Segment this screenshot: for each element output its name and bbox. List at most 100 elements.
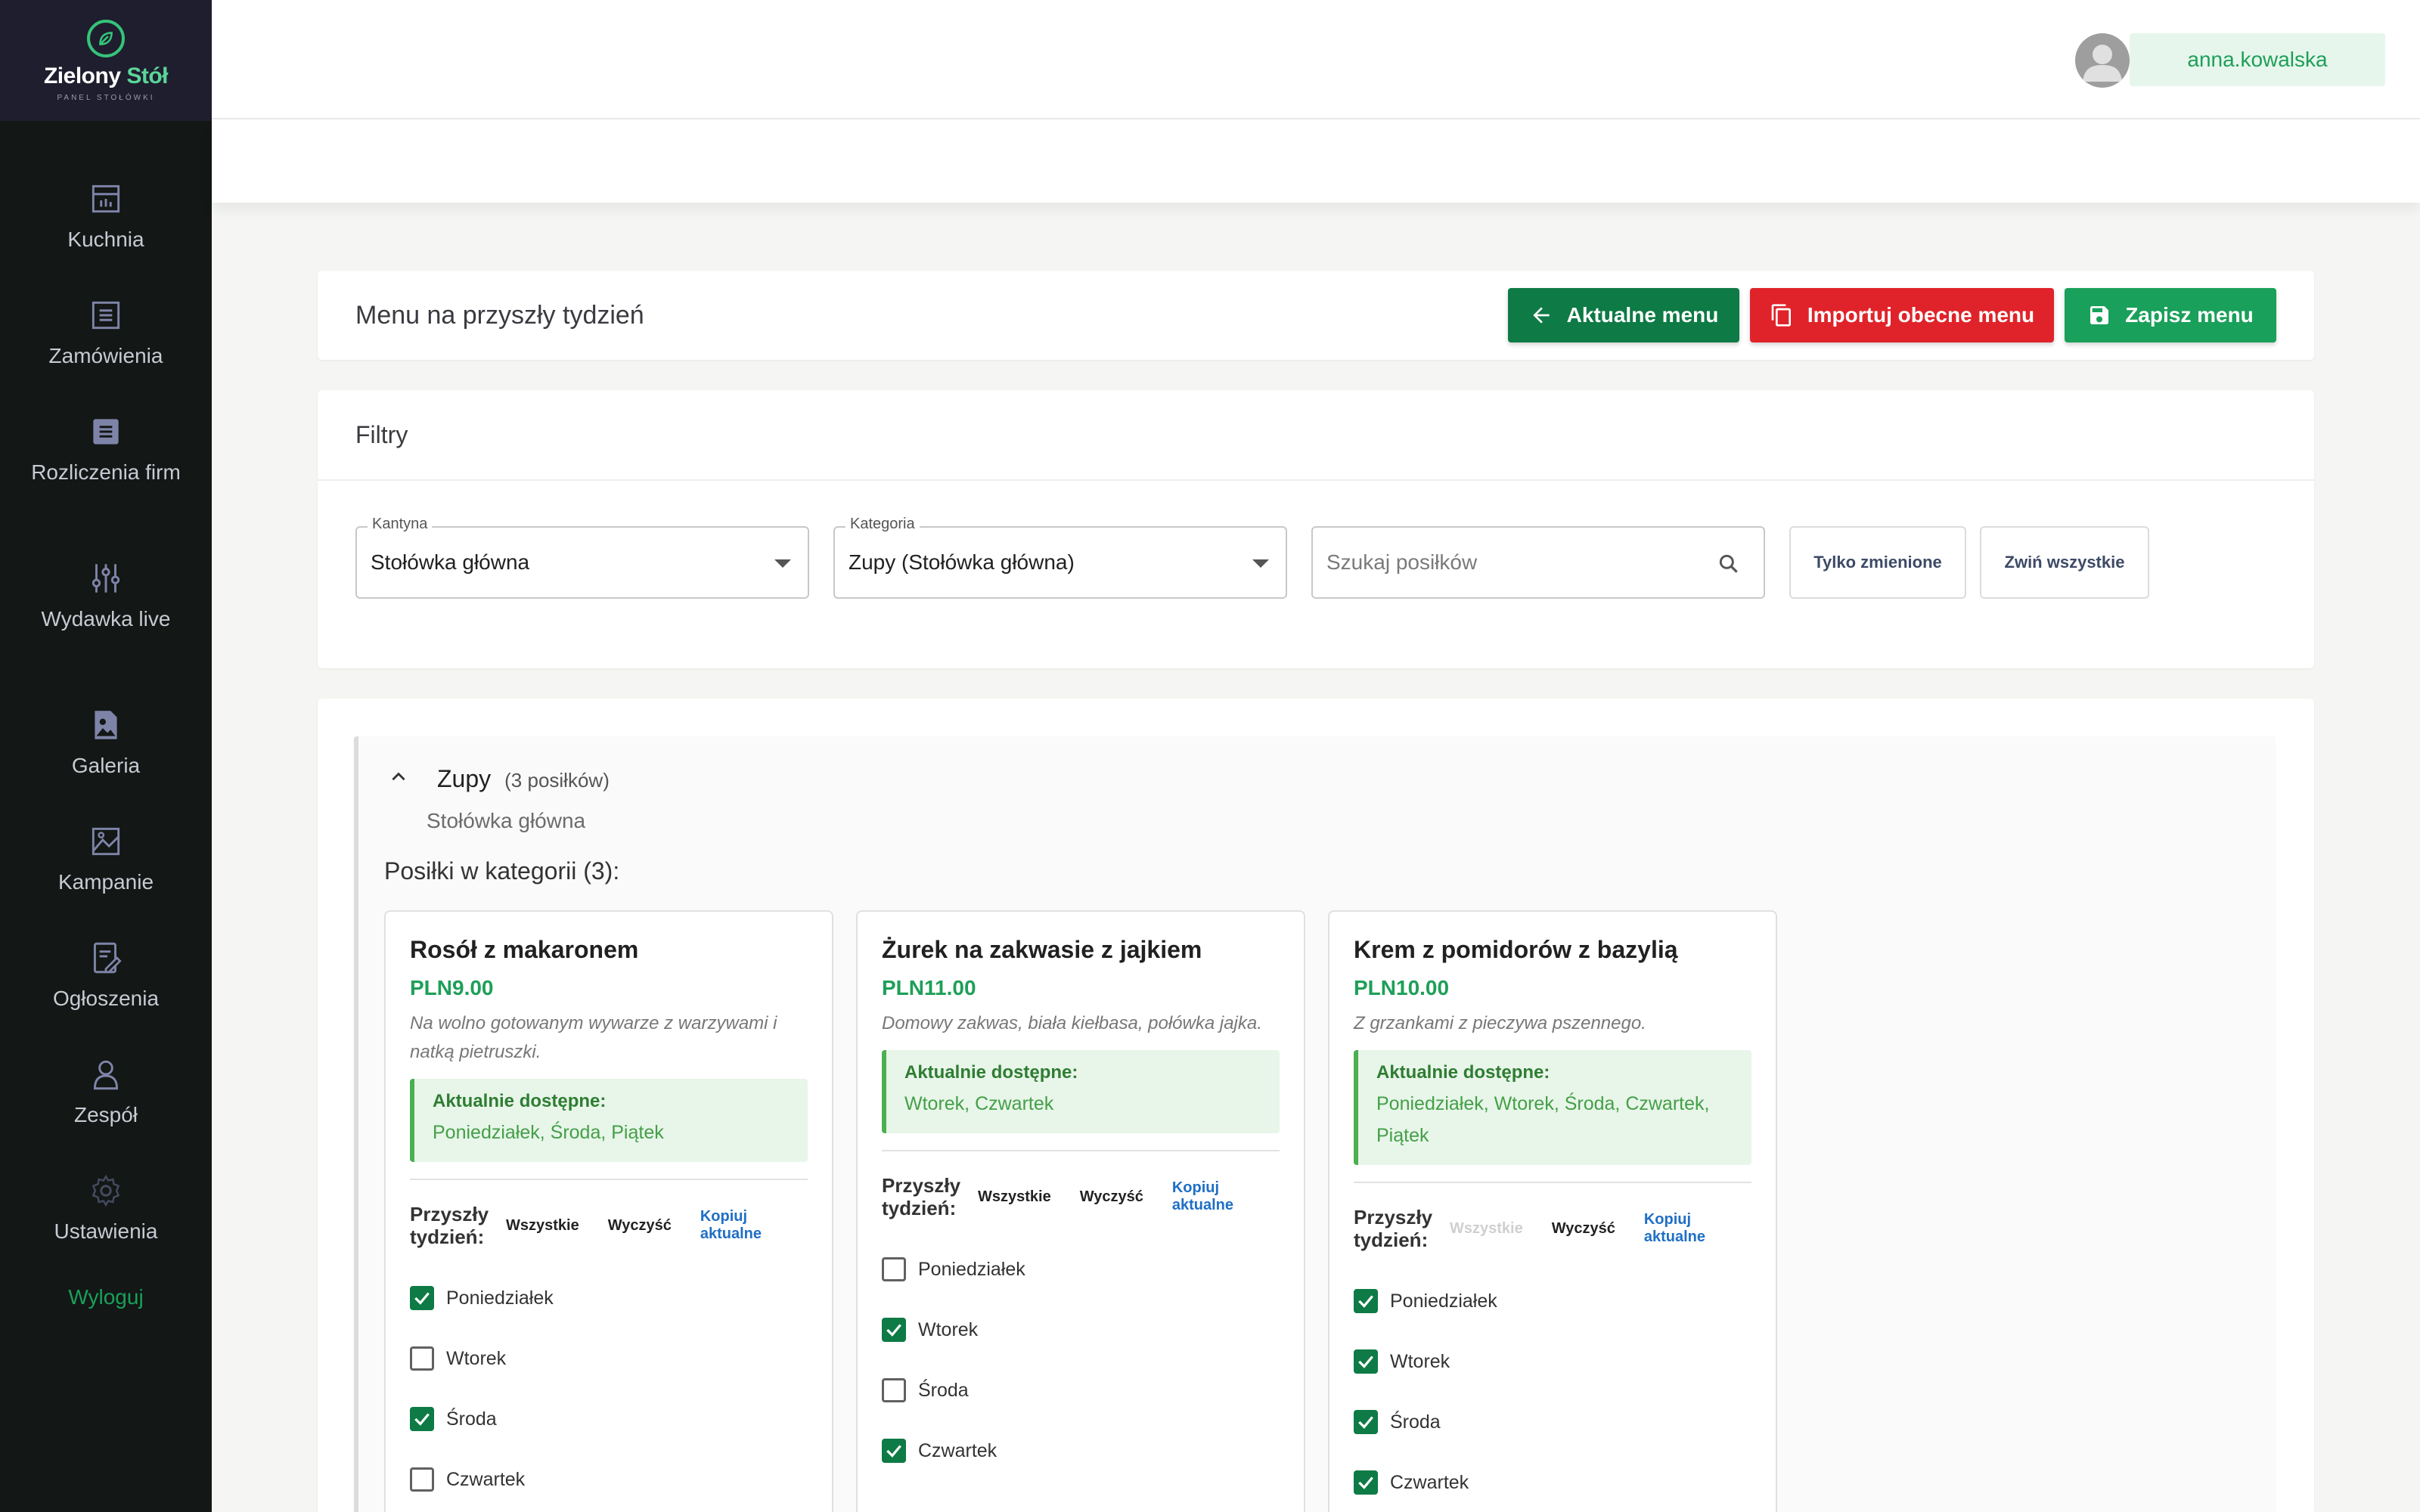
day-checkbox-row[interactable]: Wtorek <box>882 1300 1280 1360</box>
edit-note-icon <box>93 942 122 974</box>
import-menu-button[interactable]: Importuj obecne menu <box>1750 288 2054 342</box>
picture-icon <box>92 827 120 856</box>
copy-current-button[interactable]: Kopiuj aktualne <box>700 1208 808 1243</box>
available-days: Poniedziałek, Wtorek, Środa, Czwartek, P… <box>1376 1093 1710 1146</box>
search-input[interactable]: Szukaj posiłków <box>1311 526 1765 599</box>
search-icon[interactable] <box>1717 552 1741 576</box>
current-menu-button[interactable]: Aktualne menu <box>1508 288 1739 342</box>
sidebar-item-ogloszenia[interactable]: Ogłoszenia <box>0 934 212 1051</box>
chevron-up-icon[interactable] <box>389 767 408 787</box>
day-checkbox-row[interactable]: Środa <box>1354 1392 1751 1452</box>
checkbox-unchecked-icon[interactable] <box>410 1346 434 1371</box>
day-checkbox-row[interactable]: Poniedziałek <box>1354 1271 1751 1331</box>
sliders-icon <box>92 564 120 593</box>
billing-icon <box>93 419 119 445</box>
checkbox-checked-icon[interactable] <box>1354 1410 1378 1434</box>
canteen-select[interactable]: Kantyna Stołówka główna <box>355 516 809 599</box>
search-placeholder: Szukaj posiłków <box>1326 550 1478 574</box>
sidebar-item-kuchnia[interactable]: Kuchnia <box>0 175 212 292</box>
menu-content-card: Zupy (3 posiłków) Stołówka główna Posiłk… <box>318 699 2314 1512</box>
select-all-button[interactable]: Wszystkie <box>1450 1220 1523 1238</box>
checkbox-checked-icon[interactable] <box>1354 1349 1378 1374</box>
day-label: Poniedziałek <box>1390 1290 1497 1312</box>
canteen-label: Kantyna <box>368 516 433 533</box>
category-header[interactable]: Zupy (3 posiłków) <box>389 765 610 793</box>
sidebar-item-label: Wydawka live <box>41 607 171 631</box>
list-icon <box>92 301 120 330</box>
meal-price: PLN10.00 <box>1354 976 1450 999</box>
sidebar-item-zamowienia[interactable]: Zamówienia <box>0 292 212 408</box>
current-menu-label: Aktualne menu <box>1566 303 1719 327</box>
day-checkbox-row[interactable]: Czwartek <box>882 1421 1280 1481</box>
kitchen-icon <box>92 184 120 213</box>
only-changed-button[interactable]: Tylko zmienione <box>1789 526 1966 599</box>
day-list: Poniedziałek Wtorek Środa Czwartek <box>410 1268 808 1510</box>
checkbox-checked-icon[interactable] <box>1354 1470 1378 1495</box>
save-menu-button[interactable]: Zapisz menu <box>2065 288 2276 342</box>
clear-button[interactable]: Wyczyść <box>1552 1220 1615 1238</box>
image-icon <box>95 711 117 739</box>
leaf-logo-icon <box>87 19 125 57</box>
category-title: Zupy <box>437 765 492 792</box>
day-checkbox-row[interactable]: Poniedziałek <box>410 1268 808 1328</box>
checkbox-checked-icon[interactable] <box>1354 1289 1378 1313</box>
brand[interactable]: Zielony Stół PANEL STOŁÓWKI <box>0 0 212 121</box>
clear-button[interactable]: Wyczyść <box>608 1217 672 1235</box>
sidebar: Zielony Stół PANEL STOŁÓWKI Kuchnia Zamó… <box>0 0 212 1512</box>
sidebar-item-zespol[interactable]: Zespół <box>0 1051 212 1167</box>
sidebar-item-kampanie[interactable]: Kampanie <box>0 818 212 934</box>
day-label: Środa <box>918 1379 969 1401</box>
checkbox-checked-icon[interactable] <box>410 1407 434 1431</box>
checkbox-unchecked-icon[interactable] <box>882 1378 906 1402</box>
day-checkbox-row[interactable]: Wtorek <box>410 1328 808 1389</box>
category-label: Kategoria <box>845 516 920 533</box>
select-all-button[interactable]: Wszystkie <box>506 1217 579 1235</box>
day-label: Czwartek <box>446 1468 526 1490</box>
next-week-row: Przyszły tydzień: Wszystkie Wyczyść Kopi… <box>410 1203 808 1248</box>
copy-current-button[interactable]: Kopiuj aktualne <box>1172 1179 1280 1214</box>
day-label: Środa <box>446 1408 497 1430</box>
checkbox-unchecked-icon[interactable] <box>410 1467 434 1492</box>
sidebar-item-rozliczenia[interactable]: Rozliczenia firm <box>0 408 212 555</box>
meal-name: Krem z pomidorów z bazylią <box>1354 936 1678 963</box>
collapse-all-button[interactable]: Zwiń wszystkie <box>1980 526 2149 599</box>
checkbox-unchecked-icon[interactable] <box>882 1257 906 1281</box>
next-week-row: Przyszły tydzień: Wszystkie Wyczyść Kopi… <box>1354 1206 1751 1251</box>
category-select[interactable]: Kategoria Zupy (Stołówka główna) <box>833 516 1287 599</box>
username-chip[interactable]: anna.kowalska <box>2130 33 2385 86</box>
sidebar-item-galeria[interactable]: Galeria <box>0 702 212 818</box>
sidebar-item-wydawka[interactable]: Wydawka live <box>0 555 212 702</box>
checkbox-checked-icon[interactable] <box>410 1286 434 1310</box>
day-label: Wtorek <box>446 1347 507 1369</box>
avatar[interactable] <box>2075 33 2130 88</box>
sidebar-item-ustawienia[interactable]: Ustawienia <box>0 1167 212 1284</box>
day-checkbox-row[interactable]: Czwartek <box>410 1449 808 1510</box>
checkbox-checked-icon[interactable] <box>882 1439 906 1463</box>
day-label: Środa <box>1390 1411 1441 1433</box>
day-checkbox-row[interactable]: Środa <box>410 1389 808 1449</box>
copy-current-button[interactable]: Kopiuj aktualne <box>1644 1211 1751 1246</box>
sub-bar <box>212 119 2420 203</box>
day-checkbox-row[interactable]: Wtorek <box>1354 1331 1751 1392</box>
clear-button[interactable]: Wyczyść <box>1080 1188 1143 1206</box>
available-days: Wtorek, Czwartek <box>904 1093 1054 1114</box>
day-checkbox-row[interactable]: Środa <box>882 1360 1280 1421</box>
day-checkbox-row[interactable]: Czwartek <box>1354 1452 1751 1512</box>
sidebar-item-label: Kampanie <box>57 870 154 894</box>
checkbox-checked-icon[interactable] <box>882 1318 906 1342</box>
save-icon <box>2090 306 2109 324</box>
dropdown-arrow-icon <box>774 559 791 568</box>
sidebar-item-label: Galeria <box>71 754 141 777</box>
category-count: (3 posiłków) <box>504 769 610 792</box>
available-box: Aktualnie dostępne: Wtorek, Czwartek <box>882 1050 1280 1133</box>
logout-link[interactable]: Wyloguj <box>0 1285 212 1309</box>
meal-description: Z grzankami z pieczywa pszennego. <box>1354 1013 1646 1033</box>
user-icon <box>93 1060 119 1090</box>
select-all-button[interactable]: Wszystkie <box>978 1188 1051 1206</box>
day-checkbox-row[interactable]: Poniedziałek <box>882 1239 1280 1300</box>
day-label: Czwartek <box>918 1439 997 1461</box>
page-header-card: Menu na przyszły tydzień Aktualne menu I… <box>318 271 2314 360</box>
available-title: Aktualnie dostępne: <box>1376 1062 1550 1083</box>
filters-title: Filtry <box>318 390 2314 481</box>
sidebar-nav: Kuchnia Zamówienia Rozliczenia firm Wyda… <box>0 121 212 1309</box>
